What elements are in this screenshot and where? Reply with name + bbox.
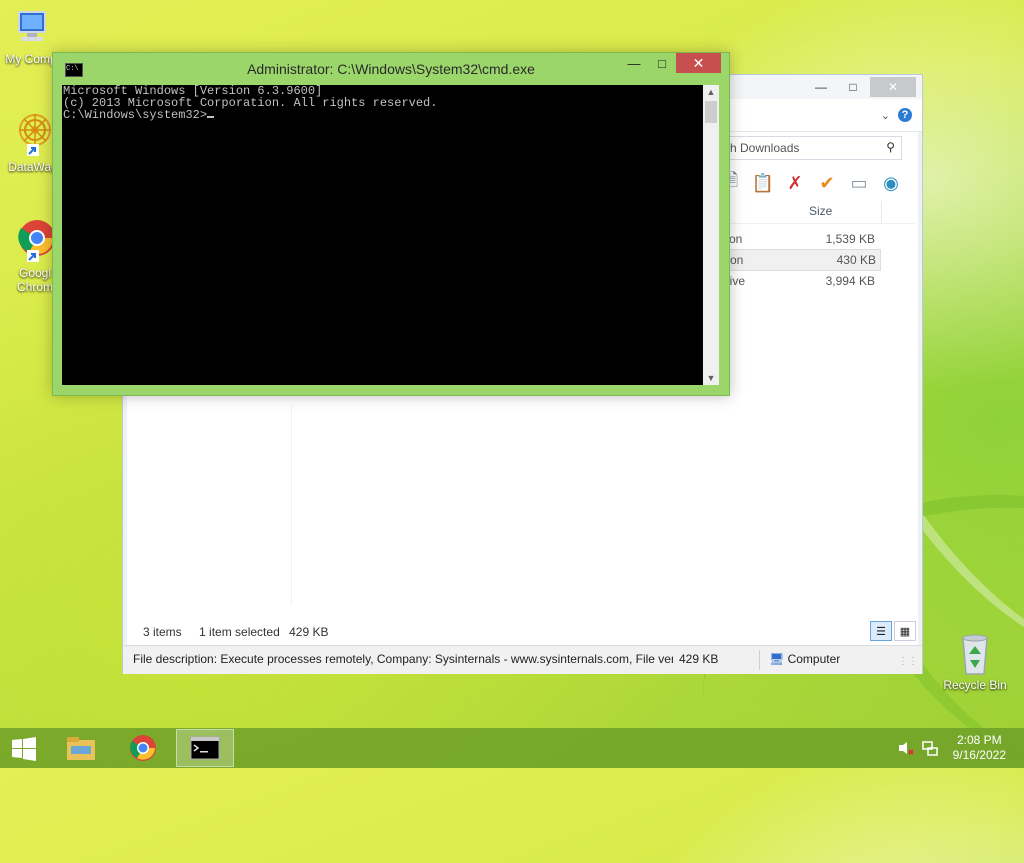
console-prompt: C:\Windows\system32> <box>63 108 208 122</box>
close-button[interactable]: ✕ <box>870 77 916 97</box>
search-placeholder: rch Downloads <box>720 141 800 155</box>
scrollbar-thumb[interactable] <box>705 101 717 123</box>
chrome-icon <box>130 735 156 761</box>
scroll-down-icon[interactable]: ▼ <box>703 371 719 385</box>
view-switcher: ☰ ▦ <box>870 621 916 641</box>
taskbar-chrome[interactable] <box>114 729 172 767</box>
file-row-selected[interactable]: tion 430 KB <box>723 249 881 271</box>
file-size: 3,994 KB <box>825 274 875 288</box>
cmd-window[interactable]: C:\ Administrator: C:\Windows\System32\c… <box>52 52 730 396</box>
status-bar: 3 items 1 item selected 429 KB <box>143 625 342 639</box>
explorer-window-controls: — □ ✕ <box>806 77 916 97</box>
chrome-shortcut-icon <box>18 220 55 262</box>
navigation-pane-divider <box>291 405 292 605</box>
recycle-bin-icon <box>962 634 988 675</box>
details-view-icon[interactable]: ☰ <box>870 621 892 641</box>
speaker-muted-icon[interactable] <box>898 740 914 759</box>
selection-count: 1 item selected <box>199 625 280 639</box>
maximize-button[interactable]: □ <box>838 77 868 97</box>
column-header-size[interactable]: Size <box>809 204 832 218</box>
location-zone: 🖥 Computer <box>769 652 840 666</box>
clock-date: 9/16/2022 <box>952 748 1006 762</box>
resize-grip-icon[interactable]: ⋮⋮ <box>898 656 918 667</box>
rename-icon[interactable]: ▭ <box>847 171 871 195</box>
search-input[interactable]: rch Downloads ⚲ <box>713 136 902 160</box>
clock-time: 2:08 PM <box>956 733 1002 747</box>
file-size: 1,539 KB <box>825 232 875 246</box>
speaker-glyph <box>899 742 914 755</box>
desktop-icon-recycle-bin[interactable]: Recycle Bin <box>940 630 1010 692</box>
datawag-shortcut-icon <box>19 114 51 156</box>
column-separator[interactable] <box>881 201 882 223</box>
cmd-window-controls: — □ ✕ <box>620 53 721 73</box>
check-icon[interactable]: ✔ <box>815 171 839 195</box>
close-button[interactable]: ✕ <box>676 53 721 73</box>
taskbar-cmd[interactable] <box>176 729 234 767</box>
delete-icon[interactable]: ✗ <box>783 171 807 195</box>
console-prompt-line: C:\Windows\system32> <box>62 109 703 121</box>
info-divider <box>759 650 760 670</box>
computer-icon <box>18 11 46 41</box>
network-icon[interactable] <box>922 740 938 759</box>
taskbar-file-explorer[interactable] <box>52 729 110 767</box>
search-icon: ⚲ <box>886 140 895 154</box>
file-info-bar: File description: Execute processes remo… <box>123 645 922 674</box>
selection-size: 429 KB <box>289 625 329 639</box>
location-label: Computer <box>787 652 841 666</box>
folder-icon <box>67 737 95 760</box>
file-row[interactable]: tion 1,539 KB <box>723 229 879 249</box>
help-icon[interactable]: ? <box>898 108 912 122</box>
network-glyph <box>922 741 938 756</box>
maximize-button[interactable]: □ <box>648 53 676 73</box>
chevron-down-icon[interactable]: ⌄ <box>881 109 890 122</box>
paste-icon[interactable]: 📋 <box>751 171 775 195</box>
file-description: File description: Execute processes remo… <box>133 652 673 666</box>
taskbar: 2:08 PM 9/16/2022 <box>0 728 1024 768</box>
minimize-button[interactable]: — <box>620 53 648 73</box>
console-output[interactable]: Microsoft Windows [Version 6.3.9600] (c)… <box>62 85 703 385</box>
scroll-up-icon[interactable]: ▲ <box>703 85 719 99</box>
vertical-scrollbar[interactable]: ▲ ▼ <box>703 85 719 385</box>
item-count: 3 items <box>143 625 182 639</box>
cmd-icon <box>190 736 220 760</box>
desktop-icon-label: Recycle Bin <box>943 678 1007 692</box>
file-size: 430 KB <box>836 253 876 267</box>
windows-logo-icon <box>12 737 36 761</box>
minimize-button[interactable]: — <box>806 77 836 97</box>
large-icons-view-icon[interactable]: ▦ <box>894 621 916 641</box>
computer-icon: 🖥 <box>769 652 785 666</box>
system-clock[interactable]: 2:08 PM 9/16/2022 <box>953 733 1006 763</box>
start-button[interactable] <box>8 736 40 762</box>
text-cursor <box>207 116 215 118</box>
file-info-size: 429 KB <box>679 652 719 666</box>
explorer-toolbar: 🗎 📋 ✗ ✔ ▭ ◉ <box>719 169 903 197</box>
file-list-header: Size <box>723 201 915 224</box>
globe-icon[interactable]: ◉ <box>879 171 903 195</box>
file-row[interactable]: hive 3,994 KB <box>723 271 879 291</box>
